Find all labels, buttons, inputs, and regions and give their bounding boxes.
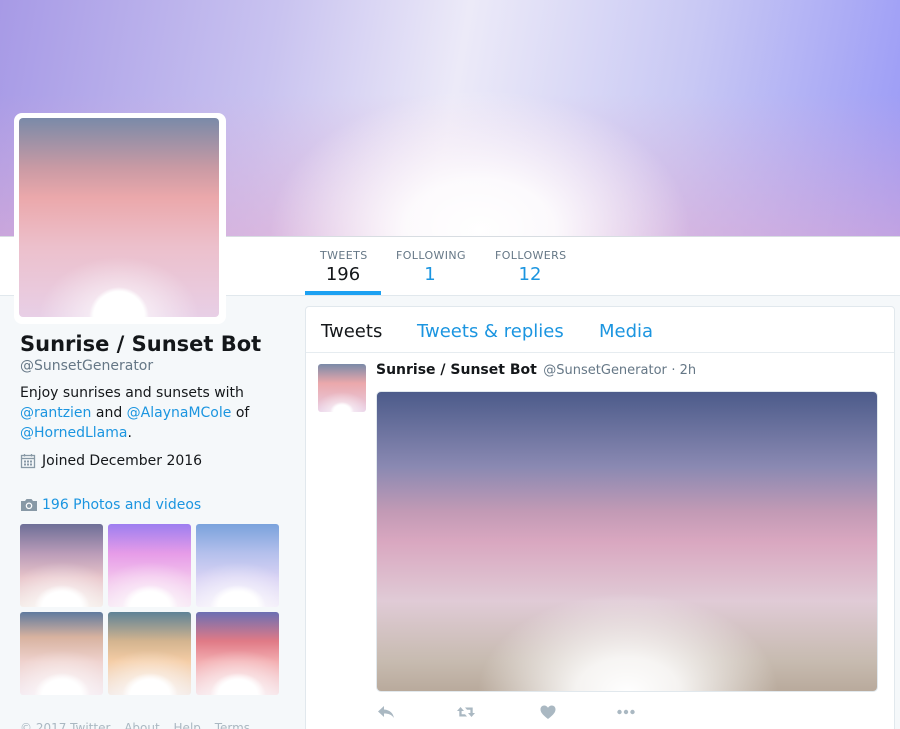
- joined-text: Joined December 2016: [42, 453, 203, 469]
- media-thumbnail[interactable]: [196, 524, 279, 607]
- calendar-icon: [20, 454, 36, 469]
- timeline: Tweets Tweets & replies Media Sunrise / …: [305, 306, 895, 729]
- profile-avatar[interactable]: [19, 118, 219, 317]
- profile-bio: Enjoy sunrises and sunsets with @rantzie…: [20, 383, 290, 443]
- bio-text: .: [127, 425, 132, 441]
- stat-followers[interactable]: FOLLOWERS 12: [495, 249, 567, 287]
- bio-text: and: [91, 405, 127, 421]
- camera-icon: [21, 499, 37, 511]
- media-thumbnail[interactable]: [20, 524, 103, 607]
- footer-copyright: © 2017 Twitter: [20, 721, 111, 729]
- media-thumbnail[interactable]: [108, 612, 191, 695]
- footer-terms-link[interactable]: Terms: [215, 721, 250, 729]
- profile-name[interactable]: Sunrise / Sunset Bot: [20, 332, 261, 356]
- active-stat-indicator: [305, 291, 381, 295]
- more-icon: [617, 709, 635, 715]
- footer-help-link[interactable]: Help: [174, 721, 201, 729]
- profile-avatar-frame: [14, 113, 226, 324]
- bio-text: of: [231, 405, 250, 421]
- tweet-actions: [376, 703, 676, 723]
- retweet-icon: [457, 707, 475, 717]
- joined-date: Joined December 2016: [20, 453, 202, 469]
- stat-following-value: 1: [424, 264, 436, 285]
- stat-followers-label: FOLLOWERS: [495, 249, 567, 262]
- bio-text: Enjoy sunrises and sunsets with: [20, 385, 244, 401]
- stat-following-label: FOLLOWING: [396, 249, 466, 262]
- more-options-button[interactable]: [616, 703, 636, 721]
- footer-about-link[interactable]: About: [124, 721, 159, 729]
- media-thumbnail[interactable]: [20, 612, 103, 695]
- media-thumbnail[interactable]: [108, 524, 191, 607]
- stat-tweets-value: 196: [325, 264, 361, 285]
- tab-tweets-and-replies[interactable]: Tweets & replies: [417, 321, 564, 342]
- timeline-tabs: Tweets Tweets & replies Media: [306, 307, 894, 353]
- photos-and-videos-link[interactable]: 196 Photos and videos: [20, 497, 201, 513]
- tweet-image[interactable]: [376, 391, 878, 692]
- stat-tweets-label: TWEETS: [320, 249, 368, 262]
- tab-media[interactable]: Media: [599, 321, 653, 342]
- heart-icon: [540, 705, 556, 719]
- stat-following[interactable]: FOLLOWING 1: [396, 249, 466, 287]
- reply-icon: [378, 706, 394, 718]
- stat-followers-value: 12: [518, 264, 542, 285]
- photos-and-videos-label: 196 Photos and videos: [42, 497, 202, 513]
- reply-button[interactable]: [376, 703, 396, 721]
- bio-mention-alaynamcole[interactable]: @AlaynaMCole: [127, 405, 232, 421]
- footer-links: © 2017 Twitter About Help Terms: [20, 721, 260, 729]
- tweet-header: Sunrise / Sunset Bot @SunsetGenerator · …: [376, 362, 696, 378]
- retweet-button[interactable]: [456, 703, 476, 721]
- like-button[interactable]: [538, 703, 558, 721]
- tweet-author-handle[interactable]: @SunsetGenerator: [543, 363, 667, 378]
- bio-mention-hornedllama[interactable]: @HornedLlama: [20, 425, 127, 441]
- media-thumbnail[interactable]: [196, 612, 279, 695]
- stat-tweets[interactable]: TWEETS 196: [320, 249, 368, 287]
- bio-mention-rantzien[interactable]: @rantzien: [20, 405, 91, 421]
- tweet-timestamp[interactable]: · 2h: [671, 363, 696, 378]
- tweet-author-name[interactable]: Sunrise / Sunset Bot: [376, 362, 537, 378]
- tweet-avatar[interactable]: [318, 364, 366, 412]
- profile-handle[interactable]: @SunsetGenerator: [20, 358, 153, 374]
- tab-tweets[interactable]: Tweets: [321, 321, 382, 342]
